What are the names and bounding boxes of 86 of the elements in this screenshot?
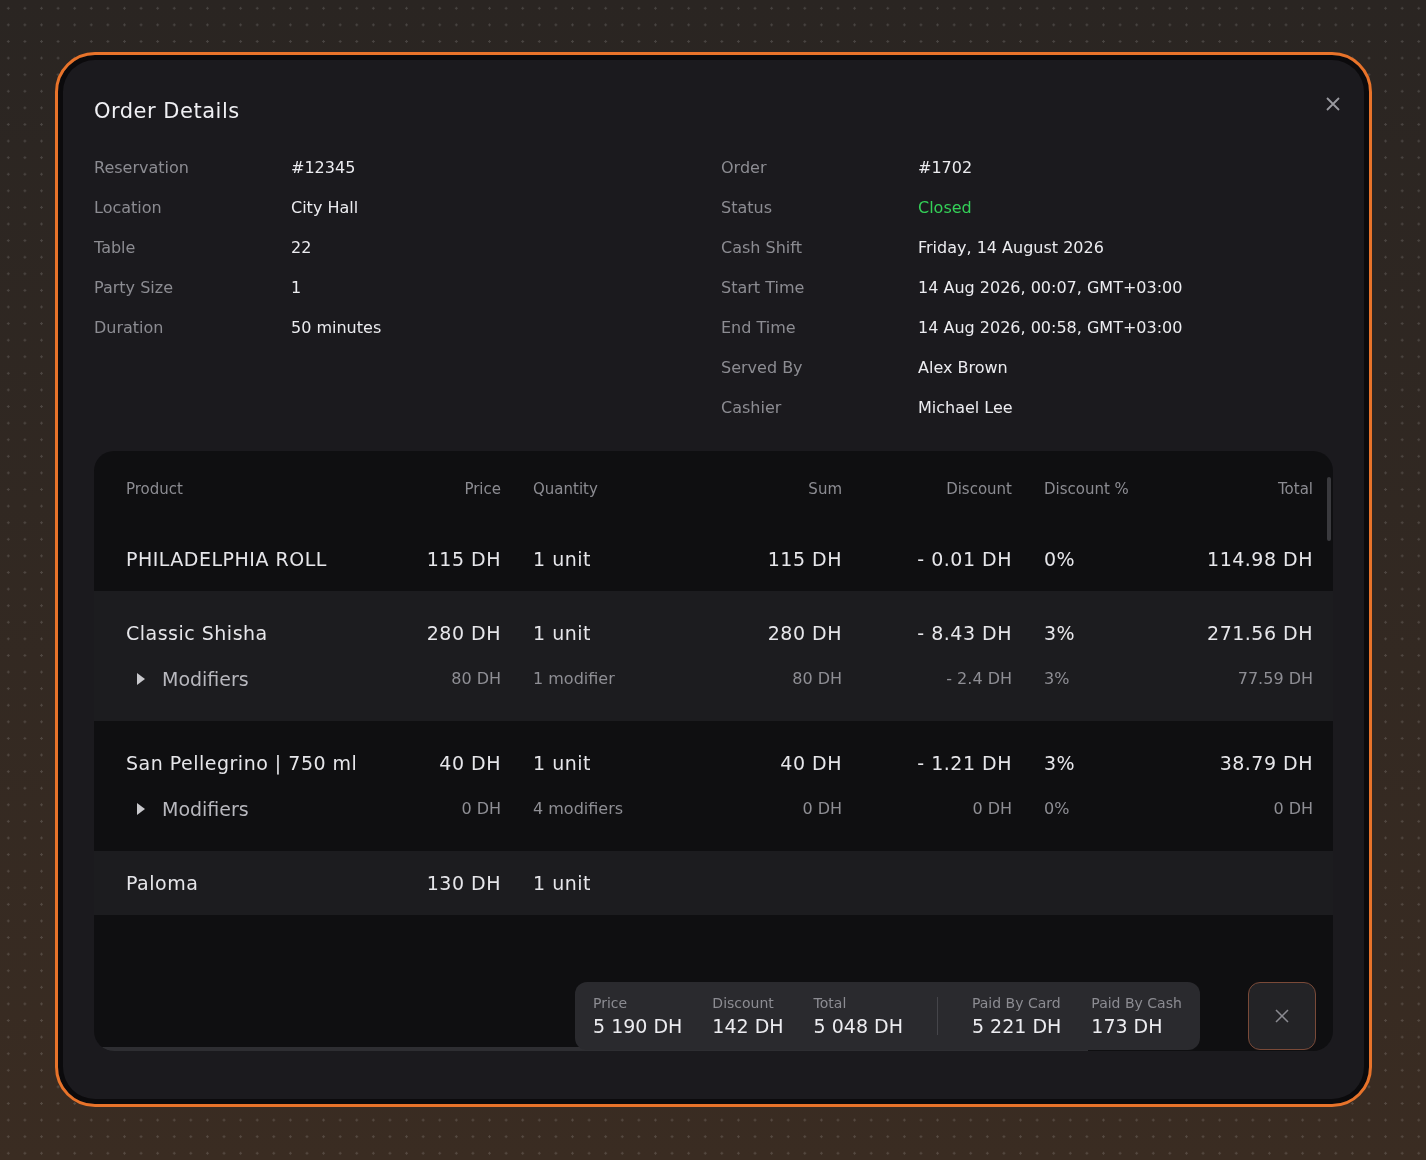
column-header: Quantity — [532, 480, 599, 498]
table-cell-text: 40 DH — [779, 751, 842, 776]
table-cell-text: 1 unit — [532, 621, 592, 646]
table-cell-text: 40 DH — [438, 751, 501, 776]
table-cell-text: 0% — [1043, 798, 1071, 820]
field-label: Cashier — [721, 397, 783, 417]
modifiers-toggle[interactable]: Modifiers — [126, 668, 249, 690]
summary-value: 5 190 DH — [593, 1015, 683, 1037]
field-value: City Hall — [291, 197, 359, 217]
field-label: Status — [721, 197, 773, 217]
summary-label: Paid By Card — [971, 995, 1062, 1011]
table-cell-text: 271.56 DH — [1206, 621, 1313, 646]
table-cell-text: 0 DH — [1272, 798, 1313, 820]
summary-label: Price — [593, 995, 629, 1011]
table-cell-text: - 0.01 DH — [916, 547, 1012, 572]
field-label: Duration — [94, 317, 165, 337]
summary-value: 5 048 DH — [813, 1015, 903, 1037]
column-header: Sum — [807, 480, 842, 498]
field-label: Reservation — [94, 157, 190, 177]
product-name: San Pellegrino | 750 ml — [126, 751, 359, 777]
table-cell-text: 0% — [1043, 547, 1077, 572]
field-value: 1 — [291, 277, 302, 297]
table-cell-text: 3% — [1043, 668, 1071, 690]
field-label: End Time — [721, 317, 797, 337]
summary-value: 142 DH — [712, 1015, 784, 1037]
column-header: Total — [1276, 480, 1313, 498]
table-cell-text: 1 unit — [532, 871, 592, 896]
field-value: 14 Aug 2026, 00:58, GMT+03:00 — [918, 317, 1183, 337]
caret-right-icon — [136, 803, 146, 815]
table-cell-text: - 1.21 DH — [916, 751, 1012, 776]
field-label: Served By — [721, 357, 804, 377]
table-cell-text: 3% — [1043, 751, 1077, 776]
product-name: Paloma — [126, 871, 200, 896]
table-cell-text: 1 unit — [532, 547, 592, 572]
table-cell-text: - 8.43 DH — [916, 621, 1012, 646]
vertical-scrollbar[interactable] — [1327, 477, 1331, 541]
column-header: Discount % — [1043, 480, 1130, 498]
table-cell-text: 4 modifiers — [532, 798, 625, 820]
field-label: Location — [94, 197, 163, 217]
table-cell-text: 280 DH — [766, 621, 842, 646]
close-summary-button[interactable] — [1248, 982, 1316, 1050]
close-icon — [1275, 1009, 1289, 1023]
field-value: 50 minutes — [291, 317, 382, 337]
field-value: #12345 — [291, 157, 356, 177]
field-value: 22 — [291, 237, 312, 257]
table-cell-text: 0 DH — [801, 798, 842, 820]
field-value: Michael Lee — [918, 397, 1013, 417]
caret-right-icon — [136, 673, 146, 685]
table-cell-text: 80 DH — [450, 668, 501, 690]
table-cell-text: 1 modifier — [532, 668, 616, 690]
field-value: Friday, 14 August 2026 — [918, 237, 1104, 257]
table-cell-text: 80 DH — [791, 668, 842, 690]
close-icon — [1325, 96, 1341, 112]
field-label: Order — [721, 157, 768, 177]
table-cell-text: 0 DH — [971, 798, 1012, 820]
column-header: Price — [463, 480, 501, 498]
table-cell-text: 1 unit — [532, 751, 592, 776]
summary-label: Discount — [712, 995, 775, 1011]
dialog-title: Order Details — [94, 99, 240, 123]
column-header: Discount — [945, 480, 1012, 498]
modifiers-toggle[interactable]: Modifiers — [126, 798, 249, 820]
table-cell-text: 38.79 DH — [1218, 751, 1313, 776]
table-cell-text: 115 DH — [766, 547, 842, 572]
table-cell-text: 114.98 DH — [1206, 547, 1313, 572]
status-value: Closed — [918, 197, 972, 217]
summary-value: 5 221 DH — [971, 1015, 1062, 1037]
table-cell-text: - 2.4 DH — [945, 668, 1012, 690]
product-name: PHILADELPHIA ROLL — [126, 547, 328, 572]
product-name: Classic Shisha — [126, 621, 269, 646]
field-label: Cash Shift — [721, 237, 803, 257]
table-cell-text: 3% — [1043, 621, 1077, 646]
field-value: #1702 — [918, 157, 973, 177]
field-label: Party Size — [94, 277, 174, 297]
table-cell-text: 130 DH — [425, 871, 501, 896]
summary-label: Paid By Cash — [1091, 995, 1182, 1011]
table-cell-text: 115 DH — [425, 547, 501, 572]
summary-label: Total — [813, 995, 848, 1011]
field-label: Table — [94, 237, 137, 257]
field-value: Alex Brown — [918, 357, 1008, 377]
table-cell-text: 0 DH — [460, 798, 501, 820]
summary-value: 173 DH — [1091, 1015, 1164, 1037]
column-header: Product — [126, 480, 184, 498]
table-cell-text: 280 DH — [425, 621, 501, 646]
table-cell-text: 77.59 DH — [1236, 668, 1313, 690]
field-value: 14 Aug 2026, 00:07, GMT+03:00 — [918, 277, 1183, 297]
field-label: Start Time — [721, 277, 806, 297]
